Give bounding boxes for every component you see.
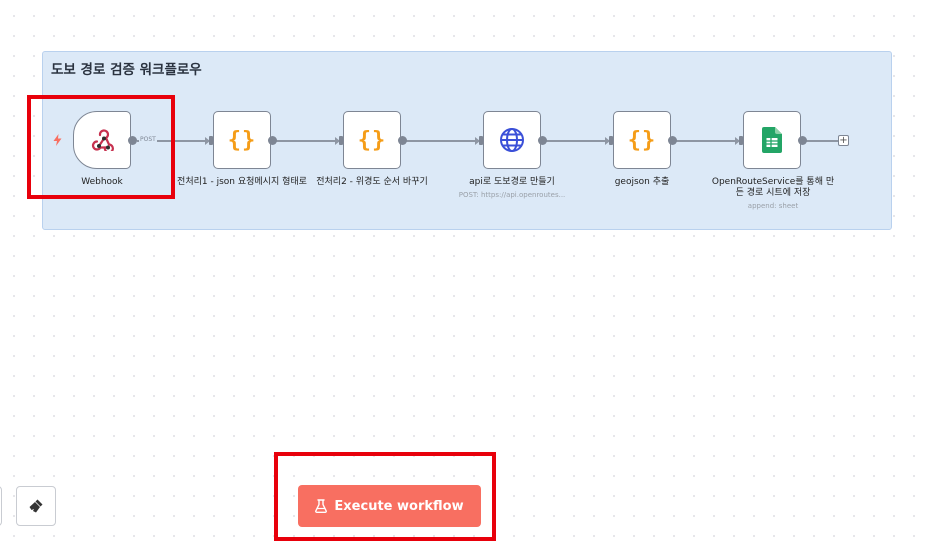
- execute-workflow-label: Execute workflow: [334, 498, 464, 514]
- output-port[interactable]: [398, 136, 407, 145]
- clear-execution-button[interactable]: [16, 486, 56, 526]
- connection-line: [676, 140, 739, 142]
- add-node-button[interactable]: +: [838, 135, 849, 146]
- google-sheets-icon: [762, 127, 782, 153]
- flask-icon: [315, 499, 328, 513]
- output-port[interactable]: [668, 136, 677, 145]
- connection-line: [276, 140, 339, 142]
- output-port[interactable]: [798, 136, 807, 145]
- globe-icon: [500, 128, 524, 152]
- output-port[interactable]: [538, 136, 547, 145]
- connection-line: [406, 140, 479, 142]
- node-subtitle: POST: https://api.openroutes...: [458, 191, 566, 199]
- execute-workflow-button[interactable]: Execute workflow: [298, 485, 481, 527]
- code-node-preprocess-1[interactable]: {}: [213, 111, 271, 169]
- connection-line: [546, 140, 609, 142]
- code-node-geojson[interactable]: {}: [613, 111, 671, 169]
- google-sheets-node[interactable]: [743, 111, 801, 169]
- zoom-tool-button[interactable]: [0, 486, 2, 526]
- node-label: geojson 추출: [614, 177, 670, 187]
- broom-icon: [29, 499, 43, 513]
- connection-line: [806, 140, 838, 142]
- node-label: 전처리2 - 위경도 순서 바꾸기: [316, 177, 428, 187]
- code-braces-icon: {}: [627, 127, 657, 153]
- http-request-node[interactable]: [483, 111, 541, 169]
- node-subtitle: append: sheet: [747, 202, 799, 210]
- code-braces-icon: {}: [357, 127, 387, 153]
- node-label: api로 도보경로 만들기: [469, 177, 555, 187]
- code-node-preprocess-2[interactable]: {}: [343, 111, 401, 169]
- sticky-title: 도보 경로 검증 워크플로우: [51, 62, 202, 78]
- node-label: 전처리1 - json 요청메시지 형태로: [177, 177, 307, 187]
- code-braces-icon: {}: [227, 127, 257, 153]
- output-port[interactable]: [268, 136, 277, 145]
- webhook-highlight-box: [27, 95, 175, 199]
- node-label: OpenRouteService를 통해 만든 경로 시트에 저장: [711, 177, 835, 198]
